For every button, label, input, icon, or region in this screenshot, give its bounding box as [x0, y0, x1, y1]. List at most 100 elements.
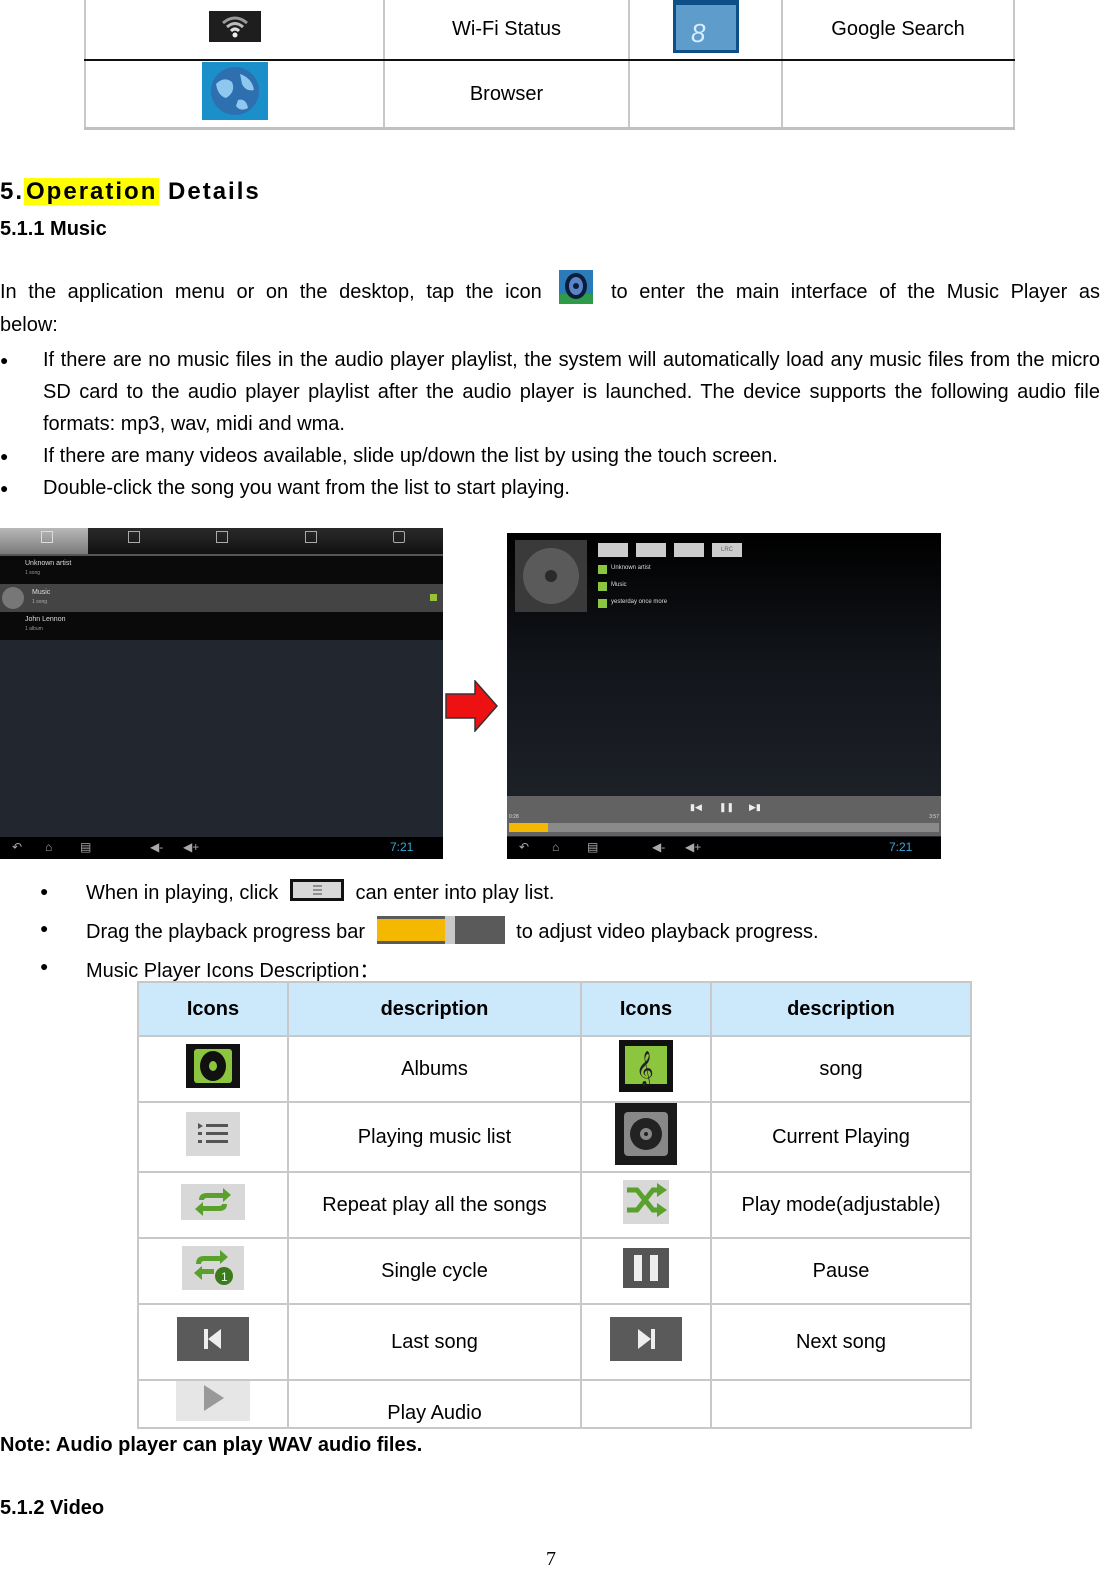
system-nav-bar: ↶ ⌂ ▤ ◀- ◀+ 7:21 — [507, 837, 941, 859]
pause-button[interactable]: ❚❚ — [719, 802, 734, 813]
status-clock: 7:21 — [390, 840, 414, 854]
home-icon[interactable]: ⌂ — [552, 840, 559, 854]
pause-icon — [623, 1248, 669, 1294]
bullet-text-before: Drag the playback progress bar — [86, 921, 366, 943]
app-icons-table: Wi-Fi Status 8 Google Search Browser — [84, 0, 1015, 130]
icon-cell — [137, 1101, 289, 1173]
albums-icon — [186, 1044, 240, 1094]
note-text: Note: Audio player can play WAV audio fi… — [0, 1434, 423, 1456]
wifi-icon — [208, 11, 261, 48]
progress-track[interactable] — [509, 823, 939, 832]
google-search-icon: 8 — [672, 0, 739, 59]
svg-text:8: 8 — [691, 18, 706, 48]
red-arrow-icon — [445, 679, 499, 737]
bullet-text-after: to adjust video playback progress. — [516, 921, 819, 943]
description-cell: Play Audio — [287, 1379, 582, 1429]
bullet-dot: ● — [40, 883, 49, 899]
play-icon — [176, 1381, 250, 1427]
playlists-tab-icon[interactable] — [305, 531, 317, 543]
list-item-title: John Lennon — [25, 616, 66, 623]
section-heading: 5.Operation Details — [0, 178, 261, 206]
volume-up-icon[interactable]: ◀+ — [183, 840, 199, 854]
volume-down-icon[interactable]: ◀- — [652, 840, 665, 854]
icon-cell — [137, 1035, 289, 1103]
albums-tab-icon[interactable] — [128, 531, 140, 543]
empty-cell — [710, 1379, 972, 1429]
list-item-title: Music — [32, 589, 51, 596]
list-item-sub: 1 song — [25, 570, 41, 576]
label-cell: Browser — [383, 59, 630, 130]
track-title: yesterday once more — [611, 599, 668, 605]
volume-down-icon[interactable]: ◀- — [150, 840, 163, 854]
section-title-rest: Details — [168, 178, 261, 205]
intro-paragraph: In the application menu or on the deskto… — [0, 270, 1100, 318]
back-icon[interactable]: ↶ — [12, 840, 22, 854]
icon-cell — [580, 1101, 712, 1173]
album-icon — [598, 582, 607, 591]
icon-cell — [137, 1379, 289, 1429]
table-header-row: Icons description Icons description — [137, 981, 972, 1037]
description-cell: Pause — [710, 1237, 972, 1305]
songs-tab-icon[interactable] — [216, 531, 228, 543]
album-art — [515, 540, 587, 612]
intro-continuation: below: — [0, 314, 58, 336]
table-row: Play Audio — [137, 1379, 972, 1429]
svg-text:𝄞: 𝄞 — [636, 1051, 654, 1087]
bullet-text: Drag the playback progress bar to adjust… — [86, 916, 819, 950]
bullet-text-before: When in playing, click — [86, 882, 279, 904]
playlist-button[interactable] — [598, 543, 628, 557]
previous-button[interactable]: ▮◀ — [690, 802, 702, 813]
list-item-sub: 1 album — [25, 626, 43, 632]
bullet-text: When in playing, click can enter into pl… — [86, 879, 554, 907]
music-player-speaker-icon — [559, 270, 594, 318]
bullet-text-after: can enter into play list. — [355, 882, 555, 904]
now-playing-indicator-icon — [430, 594, 437, 601]
cd-hole — [545, 570, 557, 582]
status-clock: 7:21 — [889, 840, 913, 854]
volume-up-icon[interactable]: ◀+ — [685, 840, 701, 854]
description-cell: Single cycle — [287, 1237, 582, 1305]
table-row: Playing music list Current Playing — [137, 1101, 972, 1173]
list-item[interactable]: Unknown artist 1 song — [0, 556, 443, 584]
description-cell: Playing music list — [287, 1101, 582, 1173]
icon-cell: 1 — [137, 1237, 289, 1305]
single-cycle-icon: 1 — [182, 1246, 244, 1296]
previous-icon — [177, 1317, 249, 1367]
icon-cell: 8 — [628, 0, 783, 61]
total-time: 3:57 — [929, 814, 939, 820]
bullet-dot: ● — [40, 958, 49, 974]
intro-text-after: to enter the main interface of the Music… — [611, 281, 1100, 303]
label-cell: Google Search — [781, 0, 1015, 61]
bullet-item: If there are many videos available, slid… — [0, 440, 1100, 472]
recent-apps-icon[interactable]: ▤ — [587, 840, 598, 854]
music-icons-table: Icons description Icons description Albu… — [137, 981, 972, 1429]
table-row: Last song Next song — [137, 1303, 972, 1381]
music-library-screenshot: Unknown artist 1 song Music 1 song John … — [0, 528, 443, 859]
browser-globe-icon — [201, 62, 268, 126]
list-item-sub: 1 song — [32, 599, 48, 605]
shuffle-button[interactable] — [636, 543, 666, 557]
list-item[interactable]: John Lennon 1 album — [0, 612, 443, 640]
description-cell: Albums — [287, 1035, 582, 1103]
description-cell: song — [710, 1035, 972, 1103]
recent-apps-icon[interactable]: ▤ — [80, 840, 91, 854]
icon-cell: 𝄞 — [580, 1035, 712, 1103]
now-playing-tab-icon[interactable] — [393, 531, 405, 543]
home-icon[interactable]: ⌂ — [45, 840, 52, 854]
bullet-text: Music Player Icons Description： — [86, 960, 380, 982]
back-icon[interactable]: ↶ — [519, 840, 529, 854]
lyrics-button[interactable]: LRC — [712, 543, 742, 557]
cd-disc-icon — [523, 548, 579, 604]
playlist-button-icon — [289, 879, 344, 907]
empty-cell — [580, 1379, 712, 1429]
playback-controls-panel: ▮◀ ❚❚ ▶▮ 0:28 3:57 — [507, 796, 941, 836]
list-item-selected[interactable]: Music 1 song — [0, 584, 443, 612]
list-item-title: Unknown artist — [25, 560, 72, 567]
next-button[interactable]: ▶▮ — [749, 802, 761, 813]
bullet-item: If there are no music files in the audio… — [0, 344, 1100, 440]
artists-tab-icon — [41, 531, 53, 543]
icon-cell — [84, 0, 385, 61]
repeat-button[interactable] — [674, 543, 704, 557]
table-row: Browser — [84, 59, 1015, 130]
progress-bar-icon — [376, 916, 505, 950]
